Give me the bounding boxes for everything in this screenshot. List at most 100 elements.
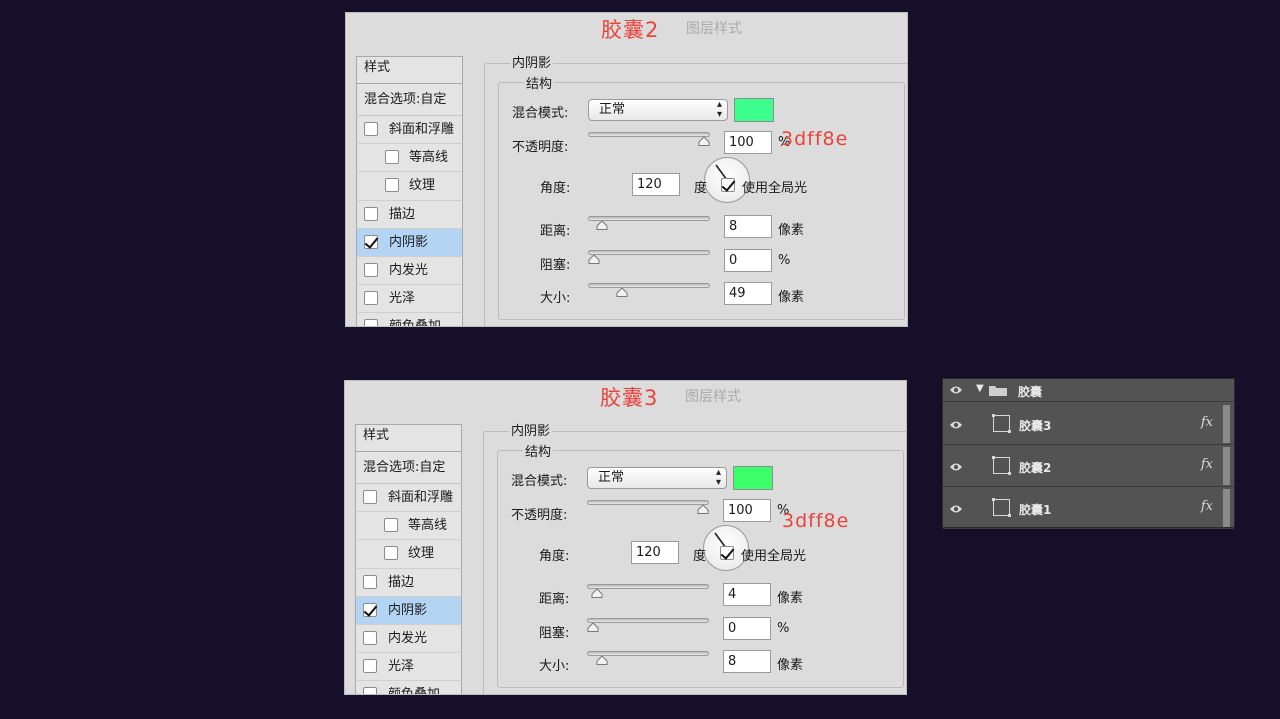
hex-annotation: 3dff8e [781, 128, 849, 150]
distance-slider[interactable] [587, 584, 709, 598]
size-input[interactable]: 49 [724, 282, 772, 305]
opacity-input[interactable]: 100 [724, 131, 772, 154]
size-slider[interactable] [587, 651, 709, 665]
slider-knob[interactable] [591, 589, 603, 598]
angle-unit: 度 [693, 549, 707, 564]
style-item[interactable]: 内发光 [356, 256, 463, 286]
title-annotation: 胶囊2 [601, 18, 660, 42]
slider-knob[interactable] [697, 505, 709, 514]
effects-toggle-icon[interactable] [1223, 489, 1230, 527]
style-item[interactable]: 纹理 [355, 540, 462, 569]
angle-label: 角度: [539, 549, 570, 564]
style-checkbox[interactable] [363, 490, 377, 504]
style-item[interactable]: 颜色叠加 [356, 313, 463, 326]
dialog-title: 图层样式 [686, 21, 742, 37]
style-checkbox[interactable] [364, 262, 378, 277]
choke-input[interactable]: 0 [723, 617, 771, 640]
style-item[interactable]: 颜色叠加 [355, 681, 462, 694]
fx-icon[interactable]: fx [1201, 499, 1213, 514]
distance-input[interactable]: 4 [723, 583, 771, 606]
opacity-slider[interactable] [588, 132, 710, 146]
blend-mode-select[interactable]: 正常 ▴ ▾ [588, 99, 728, 121]
style-checkbox[interactable] [364, 206, 378, 221]
distance-unit: 像素 [778, 223, 805, 238]
style-item[interactable]: 内阴影 [356, 228, 463, 257]
blending-options-item[interactable]: 混合选项:自定 [355, 452, 462, 484]
layer-row[interactable]: 胶囊2 fx [943, 445, 1234, 487]
shadow-color-swatch[interactable] [734, 98, 774, 122]
choke-slider[interactable] [588, 250, 710, 264]
style-checkbox[interactable] [363, 574, 377, 589]
style-item-label: 内发光 [389, 262, 429, 278]
distance-input[interactable]: 8 [724, 215, 772, 238]
style-item[interactable]: 光泽 [355, 653, 462, 682]
slider-track [587, 500, 709, 505]
style-item-label: 内阴影 [388, 602, 428, 618]
slider-knob[interactable] [587, 623, 599, 632]
global-light-checkbox[interactable] [721, 178, 735, 192]
slider-knob[interactable] [596, 221, 608, 230]
choke-input[interactable]: 0 [724, 249, 772, 272]
angle-input[interactable]: 120 [631, 541, 679, 564]
shadow-color-swatch[interactable] [733, 466, 773, 490]
style-checkbox[interactable] [384, 546, 398, 561]
style-item[interactable]: 斜面和浮雕 [355, 484, 462, 513]
slider-knob[interactable] [616, 288, 628, 297]
eye-icon[interactable] [949, 384, 963, 398]
angle-unit: 度 [694, 181, 708, 196]
eye-icon[interactable] [949, 461, 963, 475]
choke-slider[interactable] [587, 618, 709, 632]
style-checkbox[interactable] [364, 122, 378, 136]
style-item[interactable]: 描边 [355, 568, 462, 597]
eye-icon[interactable] [949, 419, 963, 433]
style-checkbox[interactable] [384, 518, 398, 533]
styles-header[interactable]: 样式 [355, 424, 462, 452]
layer-row[interactable]: 胶囊3 fx [943, 403, 1234, 445]
style-item[interactable]: 纹理 [356, 172, 463, 201]
style-item-label: 描边 [389, 206, 416, 222]
style-checkbox[interactable] [385, 150, 399, 165]
style-item[interactable]: 光泽 [356, 285, 463, 314]
size-slider[interactable] [588, 283, 710, 297]
layer-row[interactable]: 胶囊1 fx [943, 487, 1234, 529]
slider-knob[interactable] [588, 255, 600, 264]
layer-group-row[interactable]: ▼ 胶囊 [943, 379, 1234, 402]
style-checkbox[interactable] [363, 659, 377, 674]
opacity-slider[interactable] [587, 500, 709, 514]
style-checkbox[interactable] [363, 630, 377, 645]
style-checkbox[interactable] [364, 319, 378, 326]
style-item[interactable]: 等高线 [356, 144, 463, 173]
blend-mode-label: 混合模式: [511, 474, 568, 489]
title-annotation: 胶囊3 [600, 386, 659, 410]
effects-toggle-icon[interactable] [1223, 447, 1230, 485]
style-checkbox[interactable] [364, 291, 378, 306]
styles-header[interactable]: 样式 [356, 56, 463, 84]
expand-triangle-icon[interactable]: ▼ [976, 383, 984, 394]
choke-unit: % [777, 621, 790, 636]
folder-icon [989, 385, 1007, 399]
style-checkbox[interactable] [364, 234, 378, 249]
style-item[interactable]: 斜面和浮雕 [356, 116, 463, 145]
style-checkbox[interactable] [385, 178, 399, 193]
distance-label: 距离: [540, 224, 571, 239]
distance-slider[interactable] [588, 216, 710, 230]
global-light-checkbox[interactable] [720, 546, 734, 560]
style-item[interactable]: 等高线 [355, 512, 462, 541]
style-item[interactable]: 内发光 [355, 624, 462, 654]
blend-mode-select[interactable]: 正常 ▴ ▾ [587, 467, 727, 489]
eye-icon[interactable] [949, 503, 963, 517]
slider-knob[interactable] [698, 137, 710, 146]
slider-knob[interactable] [596, 656, 608, 665]
style-checkbox[interactable] [363, 602, 377, 617]
size-input[interactable]: 8 [723, 650, 771, 673]
style-item[interactable]: 内阴影 [355, 596, 462, 625]
fx-icon[interactable]: fx [1201, 415, 1213, 430]
fx-icon[interactable]: fx [1201, 457, 1213, 472]
angle-input[interactable]: 120 [632, 173, 680, 196]
style-item[interactable]: 描边 [356, 200, 463, 229]
style-item-label: 斜面和浮雕 [388, 490, 454, 505]
effects-toggle-icon[interactable] [1223, 405, 1230, 443]
style-checkbox[interactable] [363, 687, 377, 694]
blending-options-item[interactable]: 混合选项:自定 [356, 84, 463, 116]
opacity-input[interactable]: 100 [723, 499, 771, 522]
